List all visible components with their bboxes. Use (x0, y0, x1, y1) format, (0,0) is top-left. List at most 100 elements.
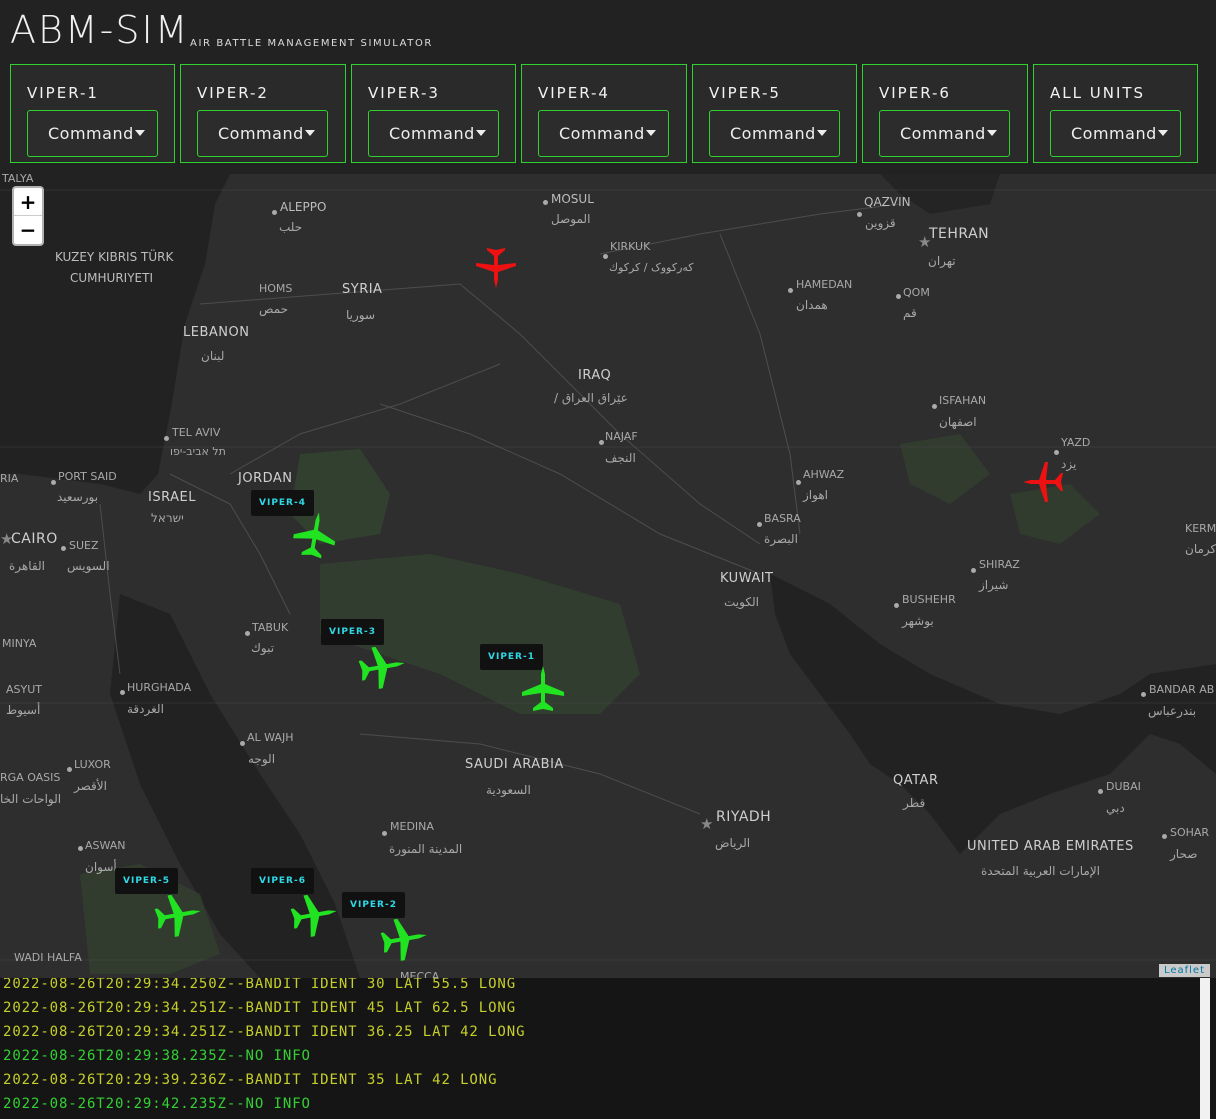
map-label-uae-ar: الإمارات العربية المتحدة (981, 864, 1100, 878)
unit-panel-viper-4: VIPER-4 Command (521, 64, 687, 163)
map-label-telaviv-ar: תל אביב-יפו (170, 445, 226, 458)
map-label-kerm-ar: کرمان (1185, 542, 1216, 556)
friendly-jet-icon-viper-3[interactable] (356, 642, 408, 692)
map-label-najaf: NAJAF (605, 430, 638, 443)
map-label-najaf-ar: النجف (605, 451, 636, 465)
unit-name: VIPER-1 (27, 84, 99, 102)
map-label-kuzey-2: CUMHURIYETI (70, 271, 153, 285)
map-label-yazd: YAZD (1061, 436, 1091, 449)
caret-down-icon (1158, 130, 1168, 136)
command-label: Command (218, 124, 304, 143)
city-dot (240, 741, 245, 746)
city-dot (896, 294, 901, 299)
command-dropdown-viper-1[interactable]: Command (27, 110, 158, 157)
map-label-aleppo-ar: حلب (279, 220, 303, 234)
map-label-mosul-ar: الموصل (551, 212, 591, 226)
map-label-aswan: ASWAN (85, 839, 126, 852)
map-label-shiraz: SHIRAZ (979, 558, 1020, 571)
command-dropdown-viper-3[interactable]: Command (368, 110, 499, 157)
city-dot (78, 846, 83, 851)
map-label-ahwaz-ar: اهواز (803, 488, 828, 502)
command-dropdown-viper-6[interactable]: Command (879, 110, 1010, 157)
command-label: Command (559, 124, 645, 143)
map-label-homs-ar: حمص (259, 302, 289, 316)
map-label-cairo-ar: القاهرة (9, 559, 45, 573)
log-scrollbar[interactable] (1200, 978, 1210, 1119)
map-label-kerm: KERM (1185, 522, 1216, 535)
zoom-out-button[interactable]: − (14, 216, 42, 244)
city-dot (1054, 450, 1059, 455)
map-label-saudi-ar: السعودية (486, 783, 531, 797)
caret-down-icon (817, 130, 827, 136)
friendly-jet-icon-viper-1[interactable] (518, 664, 568, 714)
map-label-khargaoasis: RGA OASIS (0, 771, 61, 784)
friendly-jet-icon-viper-2[interactable] (378, 914, 430, 964)
map-label-cairo: CAIRO (11, 531, 58, 547)
map-label-syria-ar: سوريا (346, 308, 376, 322)
city-dot (245, 631, 250, 636)
map-label-israel: ISRAEL (148, 490, 196, 505)
command-dropdown-viper-2[interactable]: Command (197, 110, 328, 157)
map-label-dubai: DUBAI (1106, 780, 1141, 793)
map-label-bushehr: BUSHEHR (902, 593, 956, 606)
unit-name: VIPER-5 (709, 84, 781, 102)
map-label-syria: SYRIA (342, 282, 383, 297)
caret-down-icon (135, 130, 145, 136)
map-label-bushehr-ar: بوشهر (902, 614, 934, 628)
map-label-iraq: IRAQ (578, 368, 612, 383)
map-label-asyut-ar: أسيوط (6, 703, 41, 717)
command-dropdown-viper-4[interactable]: Command (538, 110, 669, 157)
map-label-aleppo: ALEPPO (280, 200, 327, 214)
map-label-aswan-ar: أسوان (85, 860, 117, 874)
map-label-wadihalfa: WADI HALFA (14, 951, 82, 964)
command-label: Command (730, 124, 816, 143)
friendly-jet-icon-viper-4[interactable] (290, 510, 340, 560)
map-label-qazvin-ar: قزوين (865, 216, 896, 230)
bandit-aircraft-icon[interactable] (474, 244, 518, 290)
unit-panel-all-units: ALL UNITS Command (1033, 64, 1198, 163)
map-label-saudi: SAUDI ARABIA (465, 757, 564, 772)
city-dot (543, 200, 548, 205)
unit-name: VIPER-6 (879, 84, 951, 102)
city-dot (757, 522, 762, 527)
unit-panel-viper-5: VIPER-5 Command (692, 64, 857, 163)
zoom-in-button[interactable]: + (14, 188, 42, 216)
unit-name: VIPER-3 (368, 84, 440, 102)
map-label-tabuk: TABUK (252, 621, 289, 634)
command-dropdown-viper-5[interactable]: Command (709, 110, 840, 157)
map-label-tehran: TEHRAN (929, 226, 990, 242)
map-label-lebanon-ar: لبنان (201, 349, 225, 363)
map-label-suez: SUEZ (69, 539, 99, 552)
map-label-kirkuk-ar: كه‌ركووک / كركوك (609, 261, 694, 274)
city-dot (120, 690, 125, 695)
map-label-hurghada-ar: الغردقة (127, 702, 164, 716)
map-label-israel-ar: ישראל (151, 511, 184, 525)
map-label-qatar-ar: قطر (903, 796, 926, 810)
app-header: ABM-SIM AIR BATTLE MANAGEMENT SIMULATOR (0, 0, 1216, 58)
log-line: 2022-08-26T20:29:39.236Z--BANDIT IDENT 3… (3, 1072, 498, 1088)
map-label-medina: MEDINA (390, 820, 434, 833)
friendly-jet-icon-viper-5[interactable] (152, 890, 204, 940)
map-label-mecca: MECCA (400, 970, 440, 978)
map-label-qatar: QATAR (893, 773, 939, 788)
map-label-suez-ar: السويس (67, 559, 110, 573)
map-label-sohar: SOHAR (1170, 826, 1210, 839)
map-label-talya: TALYA (2, 174, 34, 185)
map-label-alwajh-ar: الوجه (248, 752, 276, 766)
unit-command-bar: VIPER-1 Command VIPER-2 Command VIPER-3 … (0, 62, 1216, 166)
command-dropdown-all-units[interactable]: Command (1050, 110, 1181, 157)
map-label-ahwaz: AHWAZ (803, 468, 845, 481)
map-attribution-link[interactable]: Leaflet (1158, 964, 1210, 977)
unit-name: VIPER-4 (538, 84, 610, 102)
zoom-control: + − (12, 186, 44, 246)
map-view[interactable]: + − TALYA ALEPPO حلب MOSUL الموصل QAZVIN… (0, 174, 1216, 978)
map-label-sohar-ar: صحار (1170, 847, 1198, 861)
map-label-lebanon: LEBANON (183, 325, 250, 340)
map-label-minya: MINYA (2, 637, 37, 650)
map-label-kuwait: KUWAIT (720, 571, 774, 586)
city-dot (1098, 789, 1103, 794)
unit-panel-viper-3: VIPER-3 Command (351, 64, 516, 163)
map-label-dubai-ar: دبي (1106, 801, 1125, 815)
friendly-jet-icon-viper-6[interactable] (288, 890, 340, 940)
bandit-aircraft-icon[interactable] (1020, 459, 1068, 505)
